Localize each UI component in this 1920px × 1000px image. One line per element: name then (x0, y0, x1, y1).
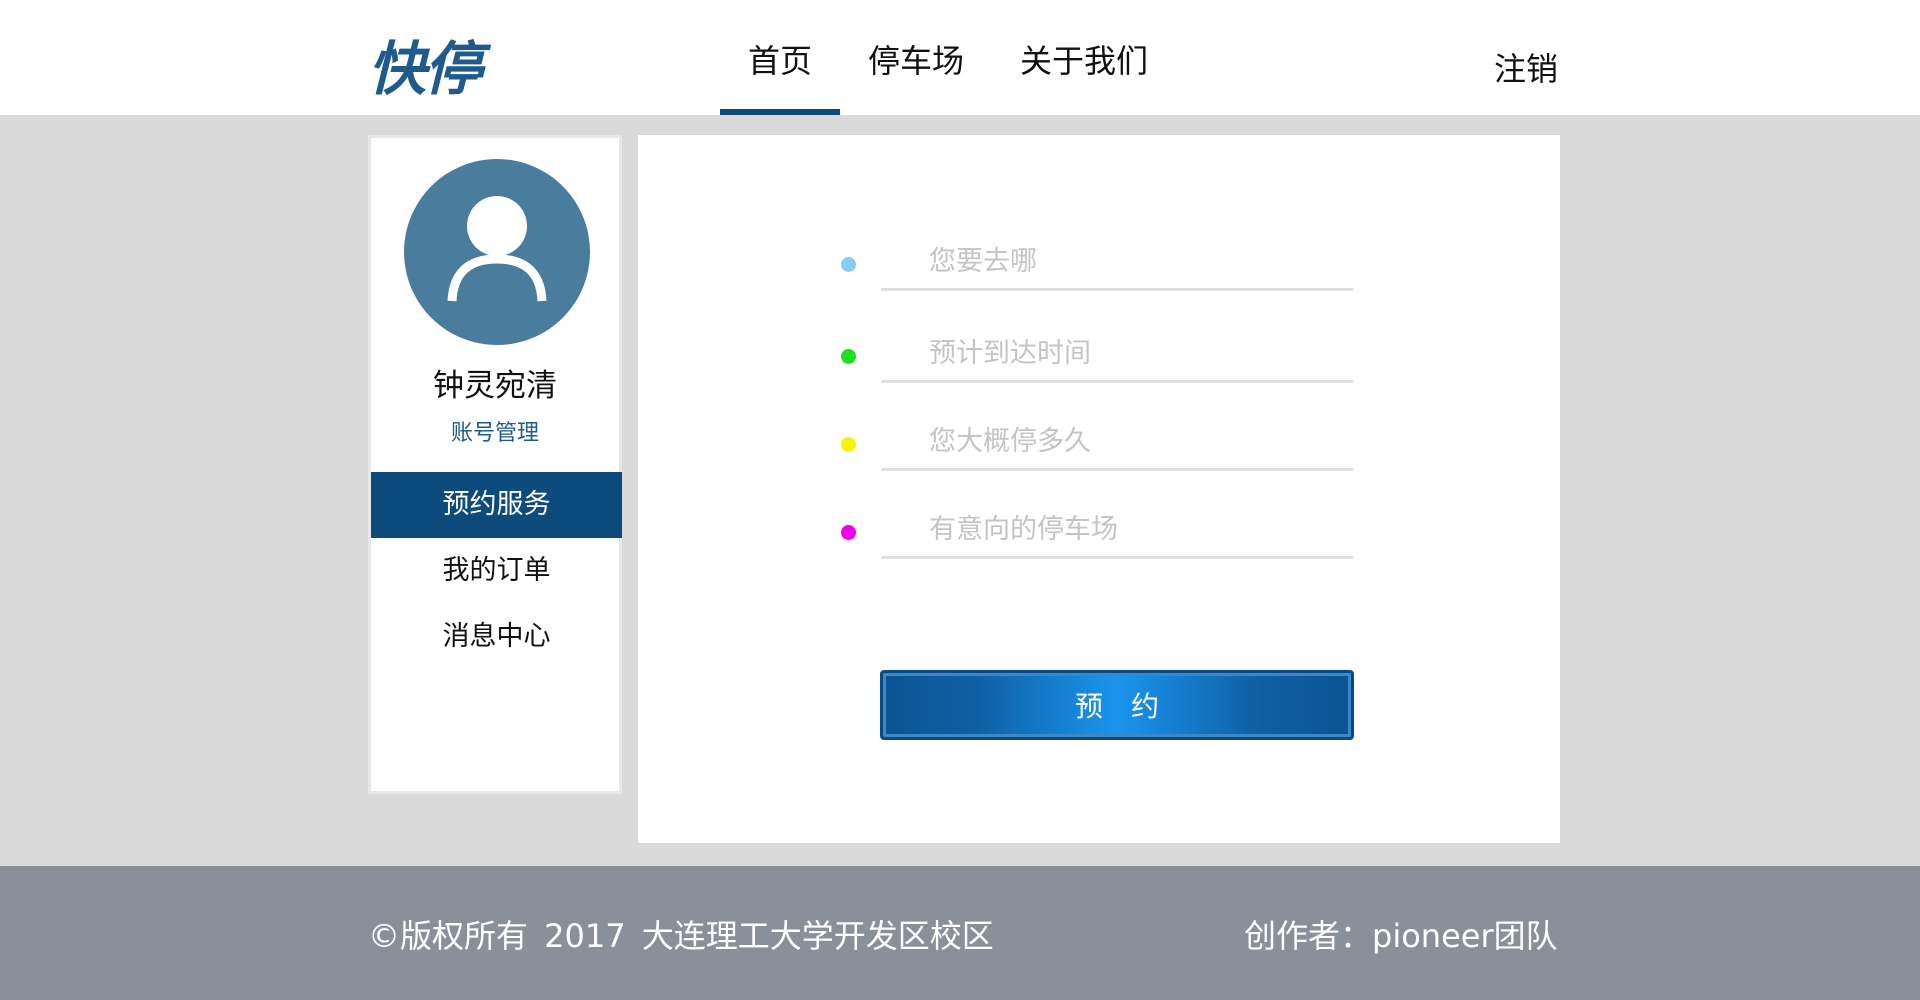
destination-dot-icon (841, 257, 856, 272)
sidebar-item-message-center[interactable]: 消息中心 (371, 604, 622, 670)
top-header: 快停 首页 停车场 关于我们 注销 (0, 0, 1920, 115)
preferred-lot-dot-icon (841, 525, 856, 540)
account-management-link[interactable]: 账号管理 (371, 415, 619, 447)
preferred-lot-row (638, 503, 1560, 563)
main-nav: 首页 停车场 关于我们 (720, 0, 1176, 115)
duration-dot-icon (841, 437, 856, 452)
nav-home[interactable]: 首页 (720, 0, 841, 115)
copyright-text: ©版权所有 2017 大连理工大学开发区校区 (368, 917, 994, 955)
username: 钟灵宛清 (433, 368, 557, 404)
arrival-time-dot-icon (841, 349, 856, 364)
destination-row (638, 235, 1560, 295)
arrival-time-input[interactable] (881, 327, 1353, 383)
sidebar-item-reservation[interactable]: 预约服务 (371, 472, 622, 538)
sidebar-item-my-orders[interactable]: 我的订单 (371, 538, 622, 604)
user-icon (447, 196, 547, 302)
arrival-time-row (638, 327, 1560, 387)
page-footer: ©版权所有 2017 大连理工大学开发区校区 创作者：pioneer团队 (0, 866, 1920, 1000)
author-text: 创作者：pioneer团队 (1244, 917, 1558, 955)
logout-link[interactable]: 注销 (1494, 44, 1558, 90)
sidebar-menu: 预约服务 我的订单 消息中心 (371, 472, 622, 670)
nav-about-us[interactable]: 关于我们 (992, 0, 1176, 115)
nav-parking-lots[interactable]: 停车场 (840, 0, 992, 115)
duration-input[interactable] (881, 415, 1353, 471)
avatar (404, 159, 590, 345)
user-sidebar: 钟灵宛清 账号管理 预约服务 我的订单 消息中心 (368, 135, 622, 794)
reservation-panel: 预约 (638, 135, 1560, 843)
duration-row (638, 415, 1560, 475)
app-logo[interactable]: 快停 (368, 22, 482, 106)
destination-input[interactable] (881, 235, 1353, 291)
reserve-button[interactable]: 预约 (880, 670, 1354, 740)
preferred-lot-input[interactable] (881, 503, 1353, 559)
